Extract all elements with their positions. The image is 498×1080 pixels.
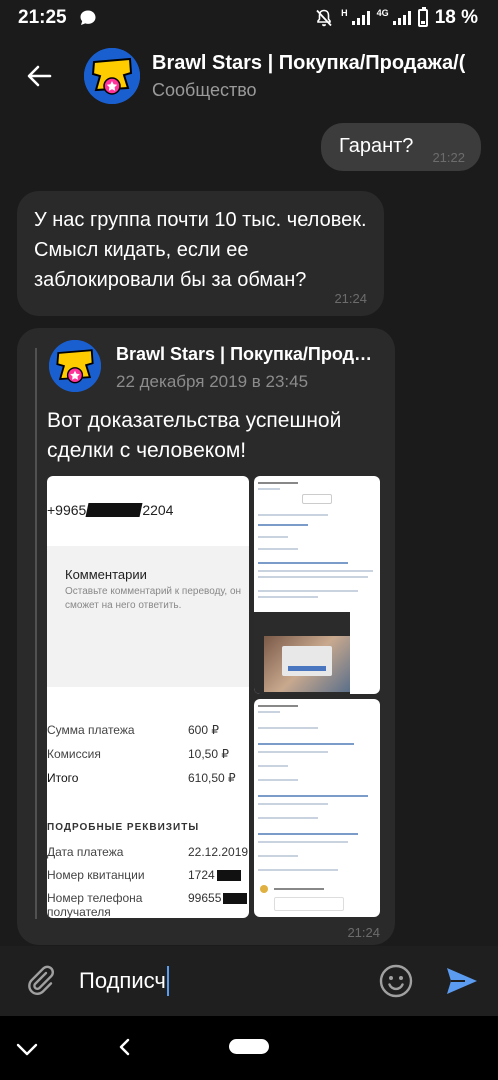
brawl-stars-logo-icon [84,48,140,104]
chat-notification-icon [80,10,96,25]
repost-avatar[interactable] [49,340,101,392]
receipt-comments-title: Комментарии [65,567,147,582]
signal-icon [351,11,370,25]
back-arrow-icon [27,65,52,87]
repost-date[interactable]: 22 декабря 2019 в 23:45 [116,372,308,392]
attach-button[interactable] [22,962,58,998]
receipt-row: Комиссия 10,50 ₽ [47,747,229,761]
send-button[interactable] [442,962,480,1000]
chat-title[interactable]: Brawl Stars | Покупка/Продажа/( [152,52,465,75]
receipt-detail-row: Номер телефона получателя 99655 [47,891,248,918]
status-time: 21:25 [18,7,67,28]
receipt-phone: +9965 2204 [47,502,174,518]
repost-text: Вот доказательства успешной сделки с чел… [47,409,342,462]
emoji-button[interactable] [378,963,414,999]
repost-photo-chat-1[interactable] [254,476,380,694]
message-time: 21:22 [432,150,465,165]
emoji-icon [379,964,413,998]
nav-back-button[interactable] [114,1034,136,1060]
nav-down-icon [16,1043,38,1056]
message-input[interactable]: Подписч [79,966,169,996]
status-bar: 21:25 H 4G 18 % [18,7,478,28]
paperclip-icon [28,965,54,995]
receipt-row: Сумма платежа 600 ₽ [47,723,219,737]
battery-icon [417,7,428,27]
signal-icon-2 [392,11,411,25]
nav-back-icon [119,1038,130,1056]
nav-home-button[interactable] [229,1039,269,1054]
message-bubble-outgoing[interactable]: Гарант? 21:22 [321,123,481,171]
message-text: У нас группа почти 10 тыс. человек. Смыс… [34,209,367,291]
message-composer: Подписч [0,946,498,1016]
message-bubble-incoming[interactable]: У нас группа почти 10 тыс. человек. Смыс… [17,191,384,316]
message-time: 21:24 [334,291,367,306]
chat-header: Brawl Stars | Покупка/Продажа/( Сообщест… [0,40,498,112]
send-icon [447,968,477,994]
receipt-row: Итого 610,50 ₽ [47,771,236,785]
nav-hide-keyboard-button[interactable] [14,1036,40,1062]
system-nav-bar [0,1016,498,1080]
chat-subtitle: Сообщество [152,79,257,100]
repost-photo-chat-2[interactable] [254,699,380,917]
community-avatar[interactable] [84,48,140,104]
battery-level: 18 % [434,7,478,28]
mute-icon [316,9,332,27]
message-bubble-repost[interactable]: Brawl Stars | Покупка/Продажа/Обмен 22 д… [17,328,395,945]
message-text: Гарант? [339,135,414,157]
repost-divider [35,348,37,919]
receipt-detail-row: Номер квитанции 1724 [47,868,249,882]
back-button[interactable] [14,51,64,101]
network-type: 4G [376,8,389,18]
repost-author[interactable]: Brawl Stars | Покупка/Продажа/Обмен [116,344,382,365]
brawl-stars-logo-icon [49,340,101,392]
repost-photo-receipt[interactable]: +9965 2204 Комментарии Оставьте комментар… [47,476,249,918]
message-time: 21:24 [347,925,380,940]
receipt-detail-row: Дата платежа 22.12.2019 [47,845,249,859]
receipt-details-title: ПОДРОБНЫЕ РЕКВИЗИТЫ [47,822,200,833]
receipt-comments-hint: Оставьте комментарий к переводу, он смож… [65,586,242,611]
text-caret [166,966,169,996]
